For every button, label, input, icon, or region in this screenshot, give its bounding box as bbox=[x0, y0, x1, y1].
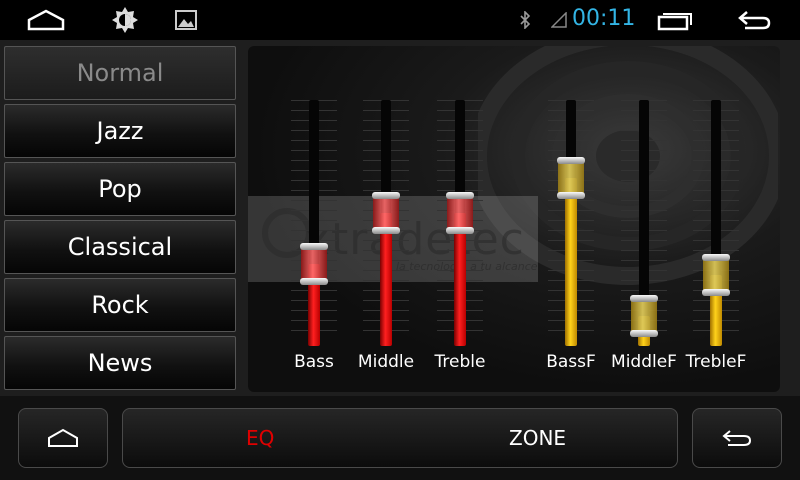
tab-eq[interactable]: EQ bbox=[246, 426, 274, 450]
band-label-middle: Middle bbox=[357, 352, 415, 372]
watermark-text: xtradetec bbox=[304, 214, 525, 265]
slider-fill-bassf bbox=[565, 177, 577, 346]
back-button[interactable] bbox=[692, 408, 782, 468]
slider-knob-middle[interactable] bbox=[372, 191, 400, 234]
band-label-middlef: MiddleF bbox=[611, 352, 677, 372]
band-label-treblef: TrebleF bbox=[685, 352, 747, 372]
back-icon bbox=[722, 430, 752, 446]
image-icon[interactable] bbox=[174, 0, 198, 40]
preset-normal[interactable]: Normal bbox=[4, 46, 236, 100]
brightness-icon[interactable] bbox=[110, 0, 140, 40]
equalizer-panel: xtradetec la tecnología a tu alcance Bas… bbox=[248, 46, 780, 392]
preset-label: Normal bbox=[76, 59, 164, 87]
home-icon[interactable] bbox=[26, 0, 66, 40]
slider-knob-bass[interactable] bbox=[300, 243, 328, 286]
preset-classical[interactable]: Classical bbox=[4, 220, 236, 274]
preset-label: News bbox=[87, 349, 153, 377]
preset-jazz[interactable]: Jazz bbox=[4, 104, 236, 158]
preset-rock[interactable]: Rock bbox=[4, 278, 236, 332]
home-icon bbox=[48, 428, 78, 447]
band-label-bassf: BassF bbox=[546, 352, 596, 372]
slider-knob-treblef[interactable] bbox=[702, 253, 730, 296]
slider-knob-bassf[interactable] bbox=[557, 156, 585, 199]
home-button[interactable] bbox=[18, 408, 108, 468]
signal-icon bbox=[550, 0, 568, 40]
tab-zone[interactable]: ZONE bbox=[509, 426, 566, 450]
preset-label: Rock bbox=[91, 291, 149, 319]
preset-label: Classical bbox=[67, 233, 173, 261]
preset-label: Pop bbox=[98, 175, 142, 203]
band-label-treble: Treble bbox=[434, 352, 486, 372]
bluetooth-icon bbox=[518, 0, 532, 40]
preset-label: Jazz bbox=[96, 117, 144, 145]
status-bar: 00:11 bbox=[0, 0, 800, 40]
band-label-bass: Bass bbox=[294, 352, 334, 372]
preset-news[interactable]: News bbox=[4, 336, 236, 390]
mode-tab-bar bbox=[122, 408, 678, 468]
recent-apps-icon[interactable] bbox=[656, 0, 694, 40]
preset-pop[interactable]: Pop bbox=[4, 162, 236, 216]
slider-knob-treble[interactable] bbox=[446, 191, 474, 234]
slider-knob-middlef[interactable] bbox=[630, 294, 658, 337]
back-icon[interactable] bbox=[736, 0, 772, 40]
clock: 00:11 bbox=[572, 6, 636, 31]
